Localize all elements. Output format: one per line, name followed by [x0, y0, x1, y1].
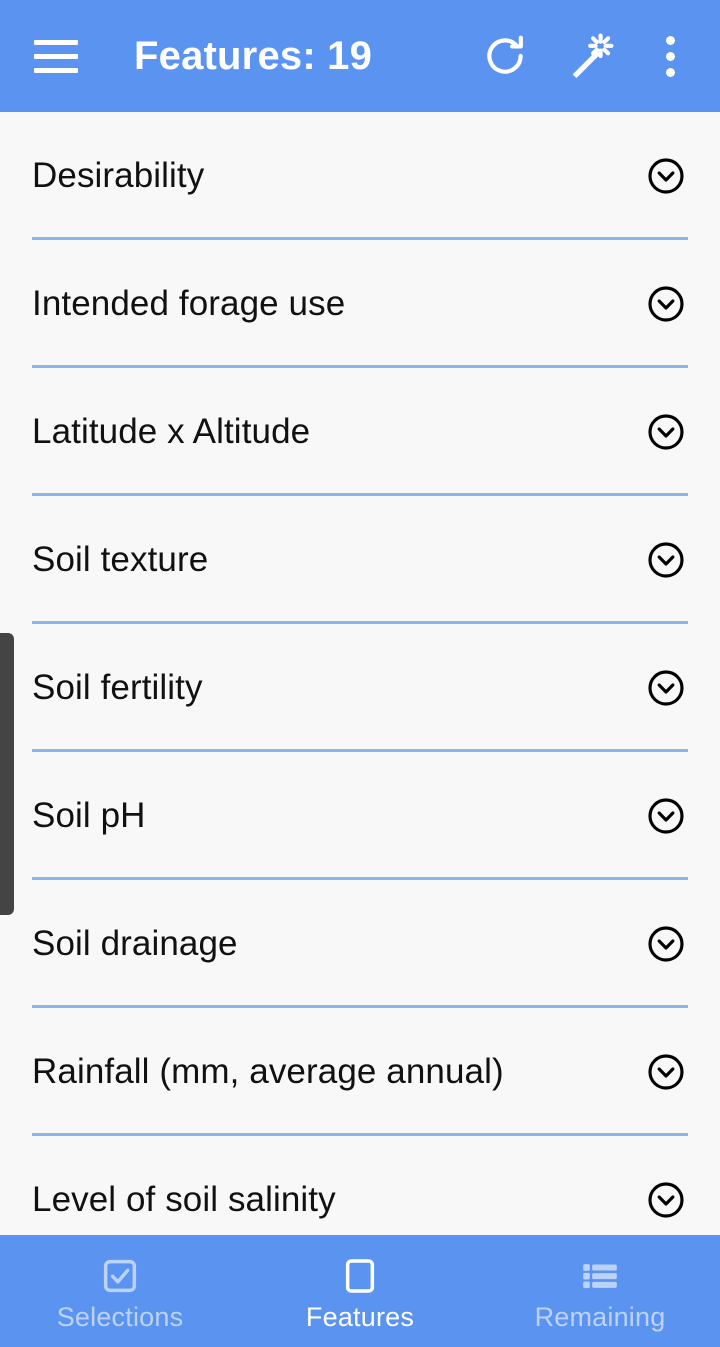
- bottom-nav-item-label: Remaining: [534, 1302, 666, 1332]
- chevron-down-circle-icon[interactable]: [644, 1050, 688, 1094]
- bottom-nav-item-label: Selections: [56, 1302, 184, 1332]
- feature-list-item[interactable]: Soil drainage: [0, 880, 720, 1008]
- magic-wand-icon[interactable]: [558, 23, 624, 89]
- hamburger-line: [34, 67, 78, 73]
- overflow-dot: [665, 51, 675, 61]
- feature-list-item-label: Desirability: [32, 156, 205, 195]
- overflow-dot: [665, 67, 675, 77]
- hamburger-line: [34, 39, 78, 45]
- list-bullet-icon: [579, 1255, 621, 1297]
- feature-list-item[interactable]: Desirability: [0, 112, 720, 240]
- feature-list-item-label: Soil fertility: [32, 668, 203, 707]
- app-bar: Features: 19: [0, 0, 720, 112]
- feature-list-item[interactable]: Soil pH: [0, 752, 720, 880]
- overflow-dot: [665, 35, 675, 45]
- chevron-down-circle-icon[interactable]: [644, 154, 688, 198]
- feature-list-item[interactable]: Rainfall (mm, average annual): [0, 1008, 720, 1136]
- feature-list-item[interactable]: Intended forage use: [0, 240, 720, 368]
- feature-list-item-label: Soil pH: [32, 796, 146, 835]
- page-title: Features: 19: [134, 33, 373, 78]
- feature-list-item-label: Rainfall (mm, average annual): [32, 1052, 504, 1091]
- feature-list-item-label: Latitude x Altitude: [32, 412, 311, 451]
- feature-list-item-label: Intended forage use: [32, 284, 346, 323]
- checkbox-empty-icon: [339, 1255, 381, 1297]
- bottom-nav-item-label: Features: [305, 1302, 415, 1332]
- overflow-menu-icon[interactable]: [642, 23, 698, 89]
- chevron-down-circle-icon[interactable]: [644, 794, 688, 838]
- chevron-down-circle-icon[interactable]: [644, 666, 688, 710]
- feature-list-item[interactable]: Level of soil salinity: [0, 1136, 720, 1235]
- bottom-nav-item-features[interactable]: Features: [240, 1235, 480, 1347]
- feature-list-item[interactable]: Soil texture: [0, 496, 720, 624]
- feature-list-area: Desirability Intended forage use Latitude …: [0, 112, 720, 1235]
- bottom-nav-item-remaining[interactable]: Remaining: [480, 1235, 720, 1347]
- hamburger-menu-icon[interactable]: [30, 34, 82, 78]
- chevron-down-circle-icon[interactable]: [644, 922, 688, 966]
- feature-list-item[interactable]: Latitude x Altitude: [0, 368, 720, 496]
- bottom-nav-item-selections[interactable]: Selections: [0, 1235, 240, 1347]
- feature-list-item-label: Soil texture: [32, 540, 209, 579]
- vertical-scrollbar-thumb[interactable]: [0, 633, 14, 915]
- checkbox-checked-icon: [99, 1255, 141, 1297]
- feature-list-item-label: Level of soil salinity: [32, 1180, 336, 1219]
- chevron-down-circle-icon[interactable]: [644, 1178, 688, 1222]
- chevron-down-circle-icon[interactable]: [644, 538, 688, 582]
- hamburger-line: [34, 53, 78, 59]
- feature-list-item-label: Soil drainage: [32, 924, 238, 963]
- bottom-navigation-bar: Selections Features Remaining: [0, 1235, 720, 1347]
- feature-list-item[interactable]: Soil fertility: [0, 624, 720, 752]
- app-root: Features: 19 Desirability Intended forag…: [0, 0, 720, 1347]
- chevron-down-circle-icon[interactable]: [644, 410, 688, 454]
- chevron-down-circle-icon[interactable]: [644, 282, 688, 326]
- feature-list: Desirability Intended forage use Latitude …: [0, 112, 720, 1235]
- refresh-icon[interactable]: [472, 23, 538, 89]
